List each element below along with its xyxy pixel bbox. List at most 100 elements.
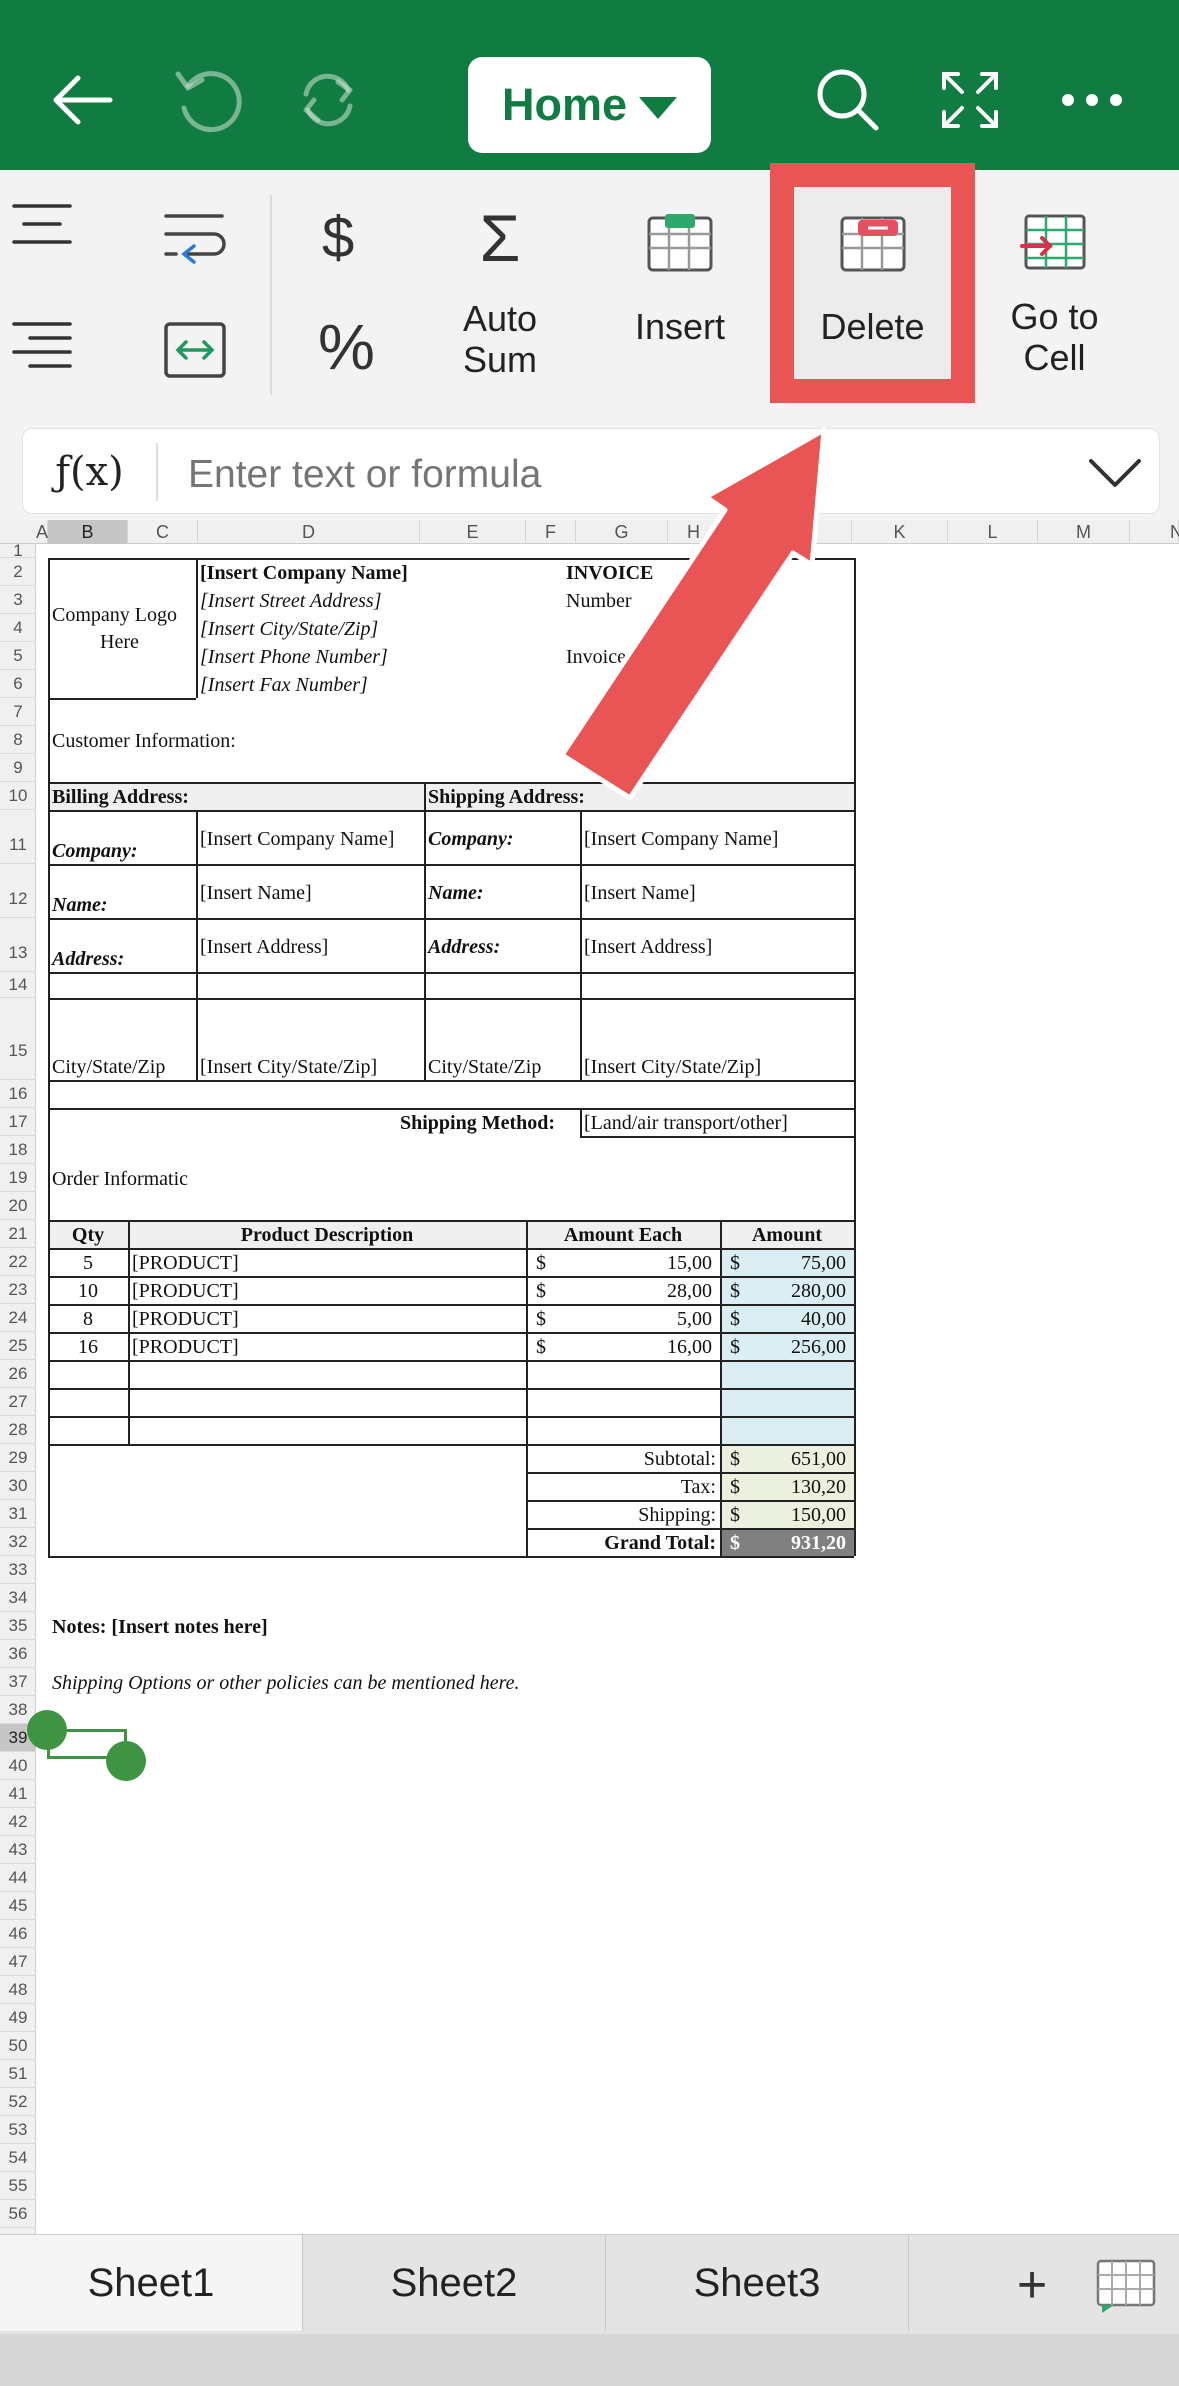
- row-30[interactable]: 30: [0, 1472, 36, 1500]
- row-41[interactable]: 41: [0, 1780, 36, 1808]
- row-24[interactable]: 24: [0, 1304, 36, 1332]
- row-40[interactable]: 40: [0, 1752, 36, 1780]
- row-16[interactable]: 16: [0, 1080, 36, 1108]
- merge-cells-icon[interactable]: [160, 318, 230, 382]
- insert-button[interactable]: Insert: [610, 210, 750, 347]
- sigma-icon: Σ: [479, 201, 521, 275]
- row-9[interactable]: 9: [0, 754, 36, 782]
- home-tab-dropdown[interactable]: Home: [468, 57, 711, 153]
- row-29[interactable]: 29: [0, 1444, 36, 1472]
- row-28[interactable]: 28: [0, 1416, 36, 1444]
- row-47[interactable]: 47: [0, 1948, 36, 1976]
- tab-sheet1[interactable]: Sheet1: [0, 2235, 303, 2331]
- row-42[interactable]: 42: [0, 1808, 36, 1836]
- column-c[interactable]: C: [128, 520, 198, 544]
- go-to-cell-button[interactable]: Go to Cell: [992, 210, 1117, 378]
- formula-input[interactable]: [188, 429, 1068, 515]
- selection-handle-end[interactable]: [106, 1741, 146, 1781]
- row-6[interactable]: 6: [0, 670, 36, 698]
- redo-icon[interactable]: [288, 60, 368, 140]
- row-43[interactable]: 43: [0, 1836, 36, 1864]
- column-d[interactable]: D: [198, 520, 420, 544]
- row-36[interactable]: 36: [0, 1640, 36, 1668]
- currency-format-button[interactable]: $: [322, 204, 354, 271]
- column-f[interactable]: F: [526, 520, 576, 544]
- row-5[interactable]: 5: [0, 642, 36, 670]
- row-50[interactable]: 50: [0, 2032, 36, 2060]
- row-8[interactable]: 8: [0, 726, 36, 754]
- autosum-button[interactable]: Σ Auto Sum: [455, 198, 545, 380]
- row-20[interactable]: 20: [0, 1192, 36, 1220]
- row-37[interactable]: 37: [0, 1668, 36, 1696]
- row-52[interactable]: 52: [0, 2088, 36, 2116]
- more-icon[interactable]: [1052, 60, 1132, 140]
- shipping-address-label-row: Address:: [428, 936, 501, 958]
- worksheet-grid[interactable]: Company Logo Here [Insert Company Name] [In…: [36, 544, 1179, 2234]
- row-19[interactable]: 19: [0, 1164, 36, 1192]
- row-44[interactable]: 44: [0, 1864, 36, 1892]
- row-1[interactable]: 1: [0, 542, 36, 559]
- row-27[interactable]: 27: [0, 1388, 36, 1416]
- align-right-icon[interactable]: [10, 318, 76, 378]
- column-l[interactable]: L: [948, 520, 1038, 544]
- search-icon[interactable]: [808, 60, 888, 140]
- row-13[interactable]: 13: [0, 918, 36, 972]
- row-53[interactable]: 53: [0, 2116, 36, 2144]
- row-54[interactable]: 54: [0, 2144, 36, 2172]
- row-56[interactable]: 56: [0, 2200, 36, 2228]
- column-g[interactable]: G: [576, 520, 668, 544]
- column-h[interactable]: H: [668, 520, 720, 544]
- row-18[interactable]: 18: [0, 1136, 36, 1164]
- percent-format-button[interactable]: %: [318, 310, 375, 384]
- row-14[interactable]: 14: [0, 972, 36, 998]
- row-33[interactable]: 33: [0, 1556, 36, 1584]
- row-46[interactable]: 46: [0, 1920, 36, 1948]
- row-45[interactable]: 45: [0, 1892, 36, 1920]
- wrap-text-icon[interactable]: [160, 208, 230, 268]
- column-b[interactable]: B: [48, 520, 128, 544]
- row-31[interactable]: 31: [0, 1500, 36, 1528]
- amount-cell: 40,00: [801, 1308, 846, 1330]
- column-m[interactable]: M: [1038, 520, 1130, 544]
- column-i[interactable]: I: [720, 520, 770, 544]
- selection-handle-start[interactable]: [27, 1710, 67, 1750]
- row-51[interactable]: 51: [0, 2060, 36, 2088]
- row-32[interactable]: 32: [0, 1528, 36, 1556]
- row-4[interactable]: 4: [0, 614, 36, 642]
- row-35[interactable]: 35: [0, 1612, 36, 1640]
- tab-sheet2[interactable]: Sheet2: [303, 2235, 606, 2331]
- row-23[interactable]: 23: [0, 1276, 36, 1304]
- column-k[interactable]: K: [852, 520, 948, 544]
- cell-border: [48, 810, 854, 812]
- row-34[interactable]: 34: [0, 1584, 36, 1612]
- add-sheet-button[interactable]: +: [990, 2243, 1074, 2327]
- row-12[interactable]: 12: [0, 864, 36, 918]
- row-10[interactable]: 10: [0, 782, 36, 810]
- row-49[interactable]: 49: [0, 2004, 36, 2032]
- row-25[interactable]: 25: [0, 1332, 36, 1360]
- row-48[interactable]: 48: [0, 1976, 36, 2004]
- fullscreen-icon[interactable]: [930, 60, 1010, 140]
- back-arrow-icon[interactable]: [44, 60, 124, 140]
- row-55[interactable]: 55: [0, 2172, 36, 2200]
- row-21[interactable]: 21: [0, 1220, 36, 1248]
- row-15[interactable]: 15: [0, 998, 36, 1080]
- row-17[interactable]: 17: [0, 1108, 36, 1136]
- keyboard-grid-icon[interactable]: [1084, 2243, 1168, 2327]
- row-26[interactable]: 26: [0, 1360, 36, 1388]
- row-3[interactable]: 3: [0, 586, 36, 614]
- row-2[interactable]: 2: [0, 558, 36, 586]
- fx-button[interactable]: ƒ(x): [23, 429, 156, 515]
- row-22[interactable]: 22: [0, 1248, 36, 1276]
- chevron-down-icon[interactable]: [1085, 447, 1145, 497]
- column-n[interactable]: N: [1130, 520, 1179, 544]
- column-e[interactable]: E: [420, 520, 526, 544]
- column-a[interactable]: A: [36, 520, 48, 544]
- row-7[interactable]: 7: [0, 698, 36, 726]
- row-11[interactable]: 11: [0, 810, 36, 864]
- tab-sheet3[interactable]: Sheet3: [606, 2235, 909, 2331]
- align-center-icon[interactable]: [10, 200, 76, 250]
- undo-icon[interactable]: [166, 60, 246, 140]
- delete-button[interactable]: Delete: [800, 210, 945, 347]
- column-j[interactable]: J: [770, 520, 852, 544]
